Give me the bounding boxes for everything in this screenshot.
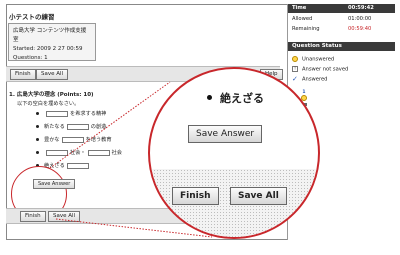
bullet-icon <box>36 151 39 154</box>
quiz-info-box: 広島大学 コンテンツ作成支援室 Started: 2009 2 27 00:59… <box>8 23 96 61</box>
question-status-header: Question Status <box>288 42 395 51</box>
answer-field-1[interactable] <box>46 110 68 117</box>
finish-button[interactable]: Finish <box>10 69 36 80</box>
save-all-button[interactable]: Save All <box>36 69 69 80</box>
remaining-value: 00:59:40 <box>348 26 372 32</box>
zoom-magnifier: 絶えざる Save Answer Finish Save All <box>148 67 320 239</box>
answer-field-4[interactable] <box>46 149 68 156</box>
list-item: 社会・ 社会 <box>36 149 122 156</box>
list-item: 豊かな を培う教育 <box>36 136 112 143</box>
started-time: Started: 2009 2 27 00:59 <box>13 46 83 52</box>
save-all-button-bottom[interactable]: Save All <box>48 211 81 222</box>
allowed-label: Allowed <box>292 16 313 22</box>
legend-answered: ✓ Answered <box>292 75 328 83</box>
zoom-finish-button[interactable]: Finish <box>172 187 219 205</box>
answer-field-5[interactable] <box>87 149 110 156</box>
question-count: Questions: 1 <box>13 55 48 61</box>
answer-field-2[interactable] <box>66 123 89 130</box>
checkmark-icon: ✓ <box>292 75 298 83</box>
bullet-icon <box>36 112 39 115</box>
remaining-label: Remaining <box>292 26 320 32</box>
question-heading: 1. 広島大学の理念 (Points: 10) <box>9 92 94 98</box>
list-item: 新たなる の創造 <box>36 123 106 130</box>
answer-field-6[interactable] <box>66 162 89 169</box>
legend-unanswered: Unanswered <box>292 56 334 63</box>
zoom-save-all-button[interactable]: Save All <box>230 187 287 205</box>
save-answer-button[interactable]: Save Answer <box>33 179 76 189</box>
zoom-save-answer-button[interactable]: Save Answer <box>188 125 263 143</box>
finish-button-bottom[interactable]: Finish <box>20 211 46 222</box>
allowed-value: 01:00:00 <box>348 16 372 22</box>
unanswered-icon <box>292 56 298 62</box>
bullet-icon <box>36 138 39 141</box>
timer-header: Time 00:59:42 <box>288 4 395 13</box>
zoom-text: 絶えざる <box>220 92 264 105</box>
timer-header-label: Time <box>292 5 307 11</box>
answer-field-3[interactable] <box>61 136 84 143</box>
course-name: 広島大学 コンテンツ作成支援室 <box>13 28 87 43</box>
list-item: を希求する精神 <box>36 110 106 117</box>
timer-header-value: 00:59:42 <box>348 5 374 11</box>
bullet-icon <box>207 95 212 100</box>
not-saved-icon: ! <box>292 66 298 72</box>
legend-not-saved: ! Answer not saved <box>292 66 348 73</box>
bullet-icon <box>36 125 39 128</box>
page-title: 小テストの練習 <box>9 13 55 21</box>
question-instruction: 以下の空白を埋めなさい。 <box>17 101 80 107</box>
